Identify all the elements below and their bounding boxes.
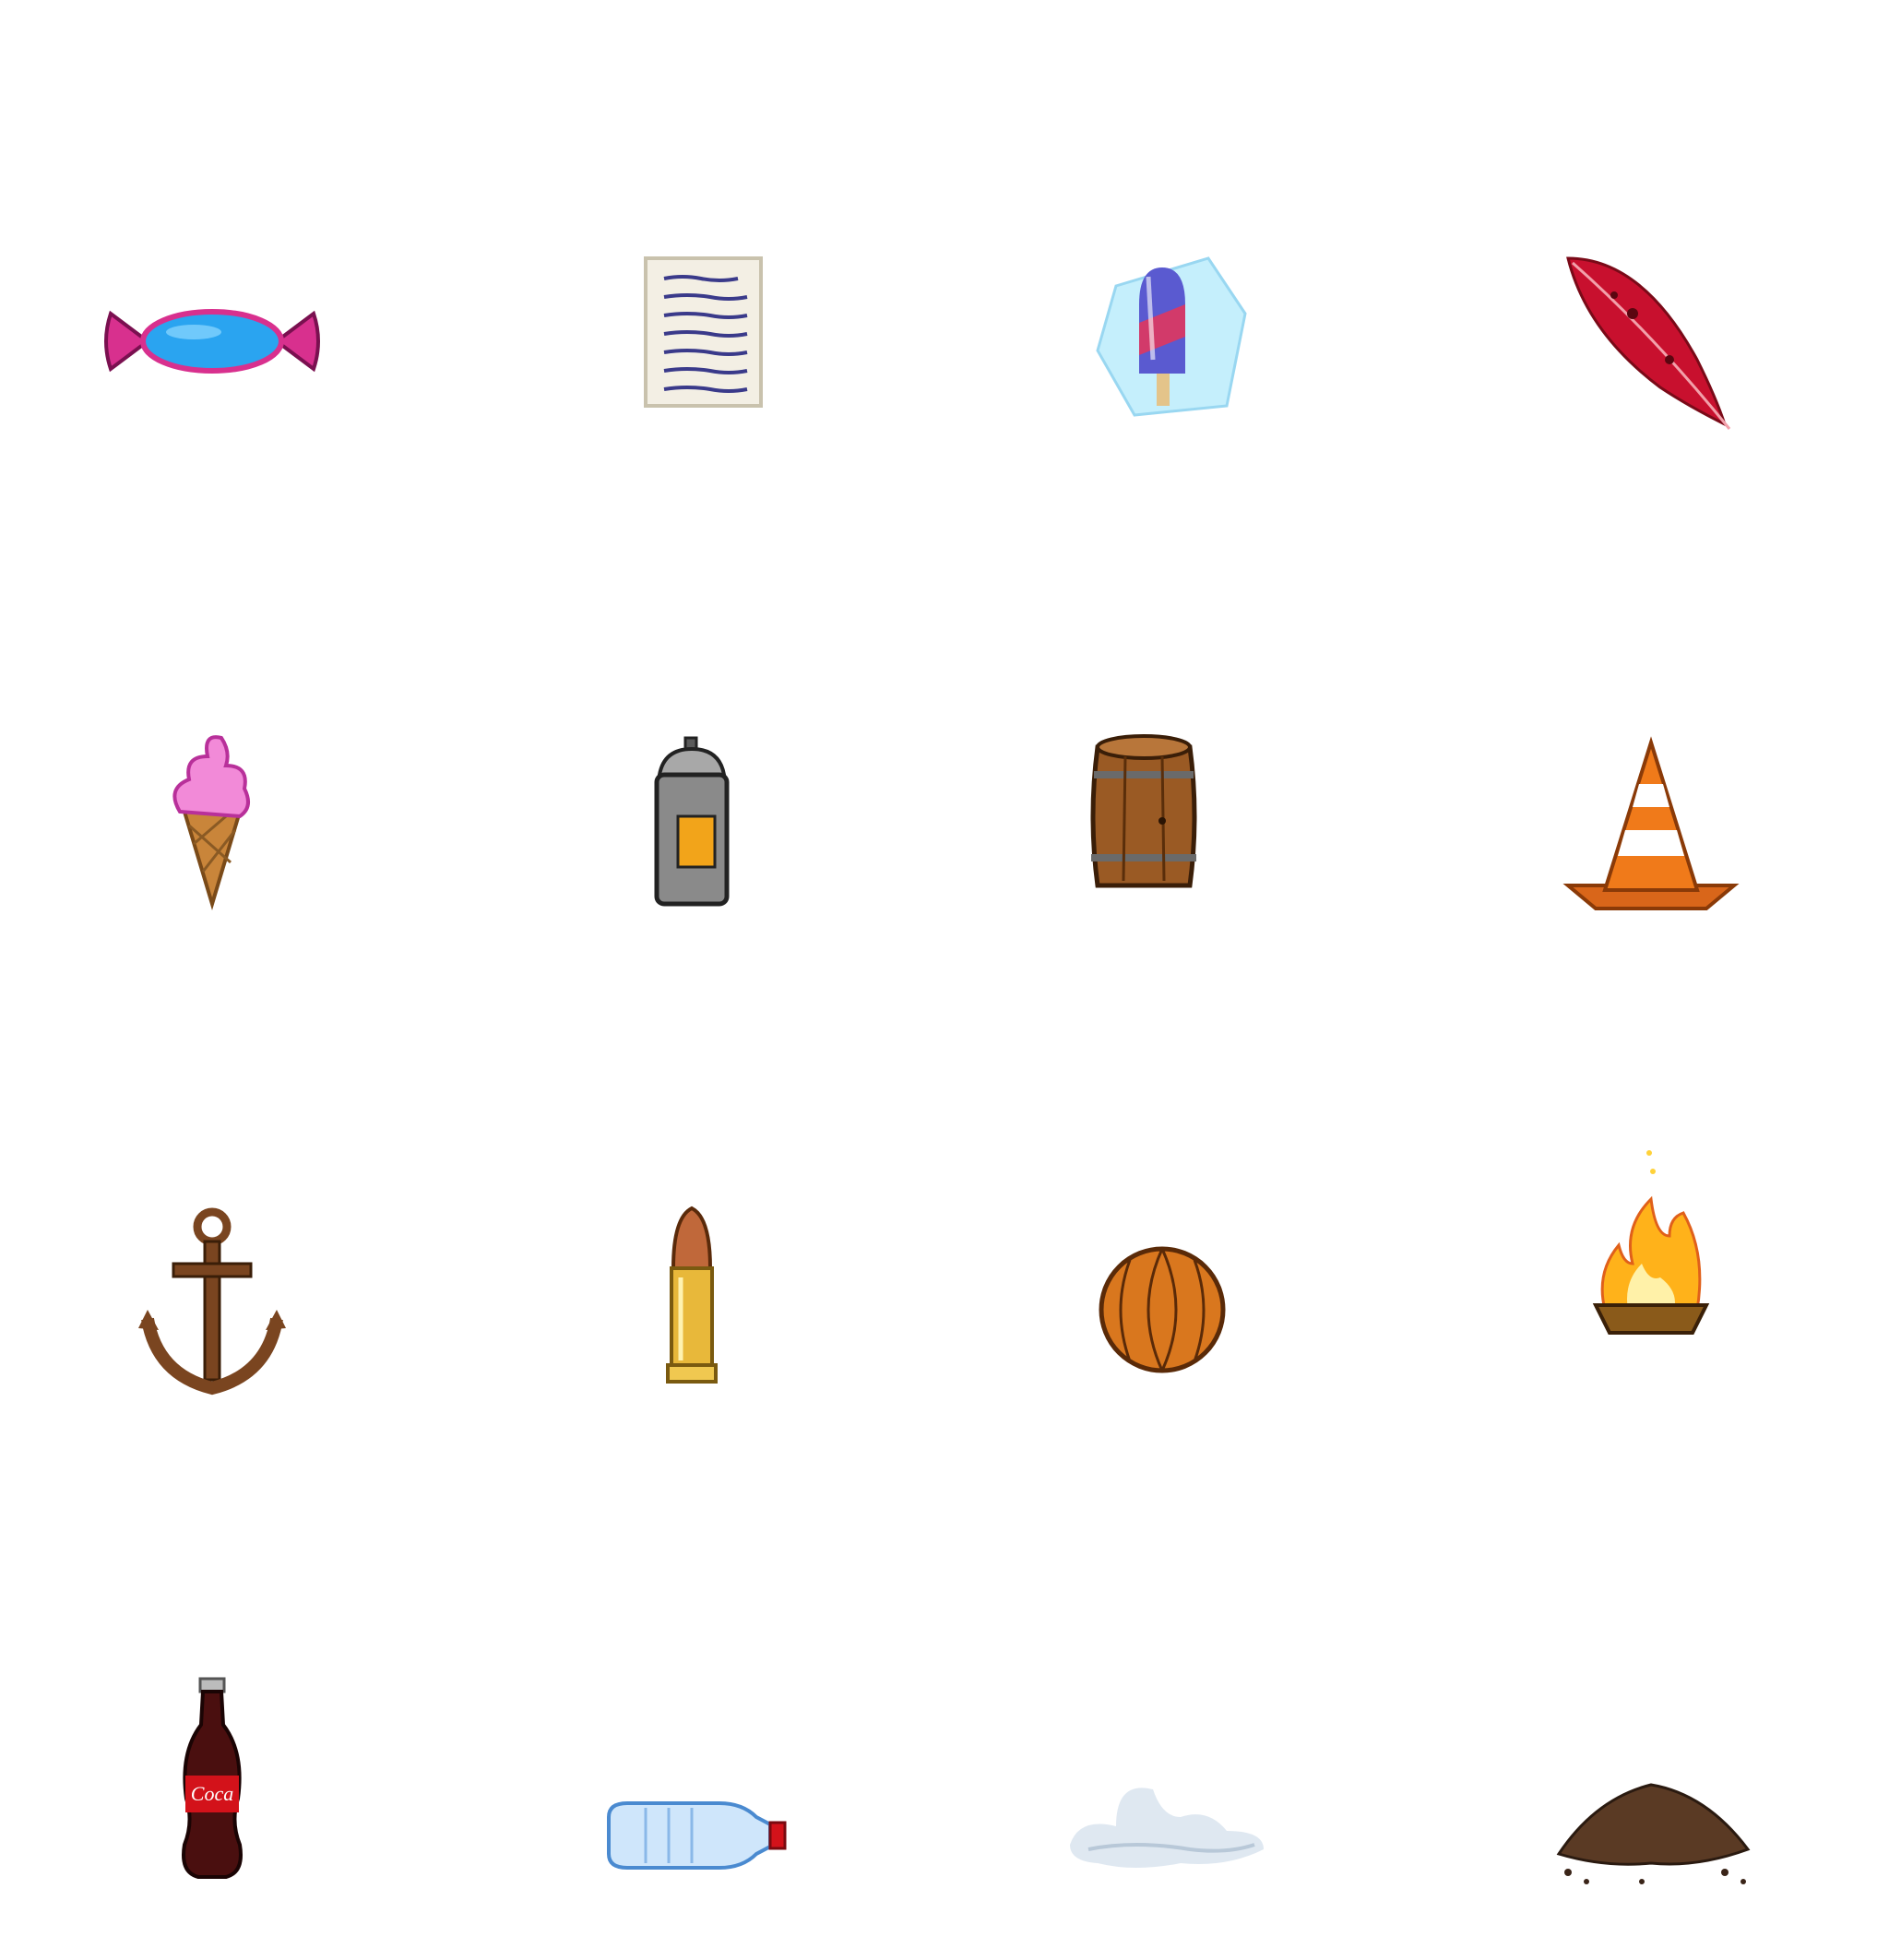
cola-bottle-icon: Coca	[92, 1660, 332, 1900]
bullet-icon	[572, 1181, 812, 1420]
frozen-popsicle-icon	[1042, 221, 1282, 461]
cola-label: Coca	[191, 1782, 233, 1805]
fire-brazier-icon	[1531, 1125, 1771, 1365]
leather-ball-icon	[1042, 1181, 1282, 1420]
ice-cream-cone-icon	[92, 701, 332, 941]
red-feather-icon	[1531, 221, 1771, 461]
wooden-barrel-icon	[1024, 683, 1264, 922]
cloud-icon	[1042, 1716, 1282, 1955]
anchor-icon	[92, 1181, 332, 1420]
dirt-pile-icon	[1531, 1697, 1771, 1937]
water-bottle-icon	[572, 1716, 812, 1955]
sprite-sheet: Coca	[0, 0, 1889, 1889]
paper-note-icon	[581, 221, 821, 461]
candy-icon	[92, 221, 332, 461]
traffic-cone-icon	[1531, 701, 1771, 941]
spray-can-icon	[572, 701, 812, 941]
